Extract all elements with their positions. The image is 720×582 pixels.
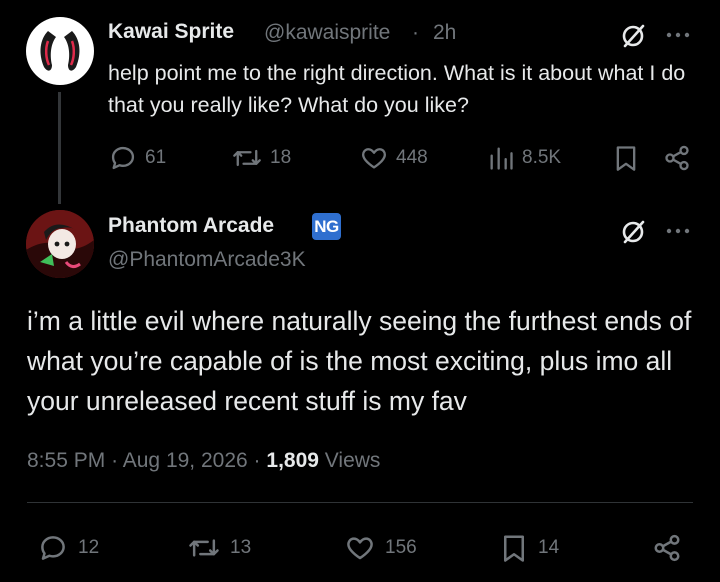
- grok-icon[interactable]: [619, 22, 647, 50]
- avatar-kawai-sprite[interactable]: [26, 17, 94, 85]
- thread-line: [58, 92, 61, 204]
- tweet-date[interactable]: Aug 19, 2026: [123, 449, 248, 472]
- retweet-button[interactable]: 18: [232, 144, 291, 172]
- reply-icon: [41, 536, 65, 560]
- tweet-age[interactable]: 2h: [433, 21, 456, 45]
- phantom-arcade-avatar-icon: [26, 210, 94, 278]
- share-button[interactable]: [652, 533, 682, 563]
- author-handle[interactable]: @kawaisprite: [264, 21, 390, 45]
- like-button[interactable]: 448: [360, 144, 428, 172]
- tweet-time[interactable]: 8:55 PM: [27, 449, 105, 472]
- tweet-text: help point me to the right direction. Wh…: [108, 61, 686, 117]
- author-handle[interactable]: @PhantomArcade3K: [108, 248, 306, 272]
- like-button[interactable]: 156: [345, 533, 417, 563]
- retweet-button[interactable]: 13: [188, 533, 251, 563]
- more-options-icon[interactable]: [666, 228, 690, 234]
- kawai-sprite-avatar-icon: [40, 31, 80, 71]
- retweet-count: 18: [270, 147, 292, 168]
- share-icon: [665, 145, 689, 171]
- bookmark-icon: [504, 535, 524, 562]
- share-button[interactable]: [663, 144, 691, 172]
- views-count: 8.5K: [522, 147, 562, 168]
- bookmark-icon: [616, 146, 636, 171]
- avatar-phantom-arcade[interactable]: [26, 210, 94, 278]
- retweet-count: 13: [230, 537, 252, 558]
- bookmark-button[interactable]: [613, 144, 639, 172]
- bookmark-button[interactable]: 14: [500, 533, 559, 563]
- share-icon: [654, 534, 680, 562]
- heart-icon: [347, 537, 373, 560]
- analytics-icon: [490, 147, 513, 170]
- like-count: 156: [385, 537, 417, 558]
- views-button[interactable]: 8.5K: [488, 144, 561, 172]
- separator-dot: ·: [111, 449, 119, 472]
- views-count: 1,809: [266, 449, 319, 472]
- like-count: 448: [396, 147, 428, 168]
- separator-dot: ·: [412, 21, 419, 44]
- tweet-text: i’m a little evil where naturally seeing…: [27, 306, 692, 416]
- more-options-icon[interactable]: [666, 32, 690, 38]
- author-name[interactable]: Phantom Arcade: [108, 214, 274, 238]
- heart-icon: [362, 148, 386, 169]
- grok-icon[interactable]: [619, 218, 647, 246]
- separator-dot: ·: [253, 449, 261, 472]
- bookmark-count: 14: [538, 537, 560, 558]
- retweet-icon: [233, 149, 261, 167]
- reply-button[interactable]: 12: [38, 533, 99, 563]
- reply-count: 61: [145, 147, 167, 168]
- reply-icon: [111, 146, 135, 170]
- views-label: Views: [324, 449, 381, 472]
- author-name[interactable]: Kawai Sprite: [108, 20, 234, 44]
- reply-count: 12: [78, 537, 100, 558]
- divider: [27, 502, 693, 503]
- tweet-meta: 8:55 PM · Aug 19, 2026 · 1,809 Views: [27, 449, 380, 473]
- ng-badge[interactable]: NG: [312, 213, 341, 240]
- retweet-icon: [189, 539, 219, 557]
- reply-button[interactable]: 61: [109, 144, 166, 172]
